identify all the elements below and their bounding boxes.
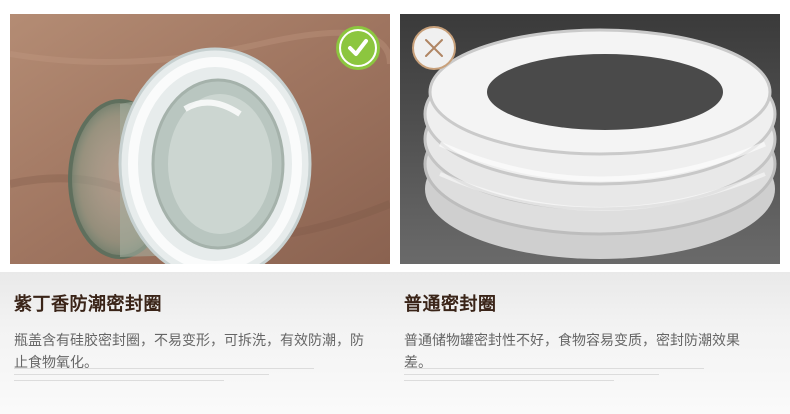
cross-icon <box>425 39 443 57</box>
decorative-lines <box>14 368 314 386</box>
product-photo-ordinary-seal <box>400 14 780 264</box>
decorative-lines <box>404 368 704 386</box>
caption-good-seal: 紫丁香防潮密封圈 瓶盖含有硅胶密封圈，不易变形，可拆洗，有效防潮，防止食物氧化。 <box>14 290 384 374</box>
ordinary-seal-rings-image <box>400 14 780 264</box>
rejected-badge <box>412 26 456 70</box>
caption-ordinary-seal: 普通密封圈 普通储物罐密封性不好，食物容易变质，密封防潮效果差。 <box>404 290 774 374</box>
caption-title: 普通密封圈 <box>404 294 497 315</box>
approved-badge <box>336 26 380 70</box>
caption-title: 紫丁香防潮密封圈 <box>14 294 162 315</box>
glass-lid-silicone-ring-image <box>10 14 390 264</box>
checkmark-icon <box>341 31 375 65</box>
product-photo-good-seal <box>10 14 390 264</box>
caption-band: 紫丁香防潮密封圈 瓶盖含有硅胶密封圈，不易变形，可拆洗，有效防潮，防止食物氧化。… <box>0 272 790 414</box>
